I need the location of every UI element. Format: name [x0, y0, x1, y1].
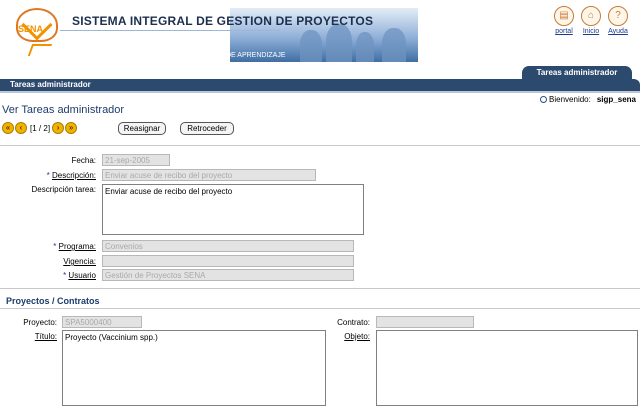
vigencia-label-text: Vigencia:: [63, 257, 96, 266]
section-divider: [0, 308, 640, 309]
user-icon: [540, 96, 548, 103]
usuario-label-text: Usuario: [68, 271, 96, 280]
people-silhouette: [300, 30, 322, 62]
contrato-field[interactable]: [376, 316, 474, 328]
people-silhouette: [326, 24, 352, 62]
objeto-textarea[interactable]: [376, 330, 638, 406]
people-silhouette: [356, 32, 374, 62]
pager: « ‹ [1 / 2] › »: [2, 122, 78, 134]
previous-page-button[interactable]: ‹: [15, 122, 27, 134]
reassign-button[interactable]: Reasignar: [118, 122, 166, 135]
titulo-label: Título:: [0, 332, 57, 341]
home-link-label: Inicio: [582, 28, 600, 35]
page-counter: [1 / 2]: [30, 124, 50, 133]
tab-tareas-administrador[interactable]: Tareas administrador: [522, 66, 632, 79]
help-icon: ?: [608, 6, 628, 26]
divider: [0, 288, 640, 289]
required-mark: *: [46, 171, 50, 180]
help-link-label: Ayuda: [608, 28, 628, 35]
home-link[interactable]: ⌂ Inicio: [578, 6, 604, 35]
descripcion-label-text: Descripción:: [51, 171, 96, 180]
banner-rule: [60, 30, 280, 31]
vigencia-field[interactable]: [102, 255, 354, 267]
vigencia-label: Vigencia:: [0, 257, 96, 266]
descripcion-tarea-label: Descripción tarea:: [31, 185, 96, 194]
objeto-label-text: Objeto:: [344, 332, 370, 341]
logo-text: SENA: [18, 24, 44, 34]
programa-label-text: Programa:: [58, 242, 96, 251]
required-mark: *: [63, 271, 67, 280]
fecha-field[interactable]: 21-sep-2005: [102, 154, 170, 166]
usuario-label: * Usuario: [0, 271, 96, 280]
titulo-label-text: Título:: [34, 332, 57, 341]
header-banner: SENA SISTEMA INTEGRAL DE GESTION DE PROY…: [0, 0, 640, 64]
proyecto-label: Proyecto:: [23, 318, 57, 327]
next-page-button[interactable]: ›: [52, 122, 65, 134]
breadcrumb[interactable]: Tareas administrador: [10, 80, 91, 89]
objeto-label: Objeto:: [300, 332, 370, 341]
fecha-label: Fecha:: [71, 156, 96, 165]
help-link[interactable]: ? Ayuda: [605, 6, 631, 35]
username: sigp_sena: [596, 95, 636, 104]
welcome-label: Bienvenido:: [549, 95, 591, 104]
back-button[interactable]: Retroceder: [180, 122, 234, 135]
descripcion-field[interactable]: Enviar acuse de recibo del proyecto: [102, 169, 316, 181]
contrato-label: Contrato:: [337, 318, 370, 327]
divider: [0, 145, 640, 146]
last-page-button[interactable]: »: [65, 122, 78, 134]
book-icon: ▤: [554, 6, 574, 26]
portal-link[interactable]: ▤ portal: [551, 6, 577, 35]
brand-subtitle-1: SERVICIO NACIONAL: [158, 44, 230, 51]
home-icon: ⌂: [581, 6, 601, 26]
page-title: Ver Tareas administrador: [2, 104, 125, 116]
first-page-button[interactable]: «: [2, 122, 14, 134]
programa-label: * Programa:: [0, 242, 96, 251]
descripcion-tarea-textarea[interactable]: Enviar acuse de recibo del proyecto: [102, 184, 364, 235]
people-silhouette: [382, 28, 406, 62]
required-mark: *: [53, 242, 57, 251]
breadcrumb-bar: Tareas administrador: [0, 79, 640, 91]
section-title: Proyectos / Contratos: [6, 296, 100, 306]
pager-close-bracket: ]: [47, 123, 51, 133]
portal-link-label: portal: [555, 28, 573, 35]
usuario-field[interactable]: Gestión de Proyectos SENA: [102, 269, 354, 281]
welcome-area: Bienvenido: sigp_sena: [540, 95, 636, 104]
navbar-shadow: [0, 91, 640, 93]
proyecto-field[interactable]: SPA5000400: [62, 316, 142, 328]
programa-field[interactable]: Convenios: [102, 240, 354, 252]
pager-count: 1 / 2: [32, 123, 48, 133]
app-title: SISTEMA INTEGRAL DE GESTION DE PROYECTOS: [72, 14, 374, 28]
descripcion-label: * Descripción:: [0, 171, 96, 180]
brand-subtitle-2: DE APRENDIZAJE: [226, 52, 286, 59]
titulo-textarea[interactable]: Proyecto (Vaccinium spp.): [62, 330, 326, 406]
